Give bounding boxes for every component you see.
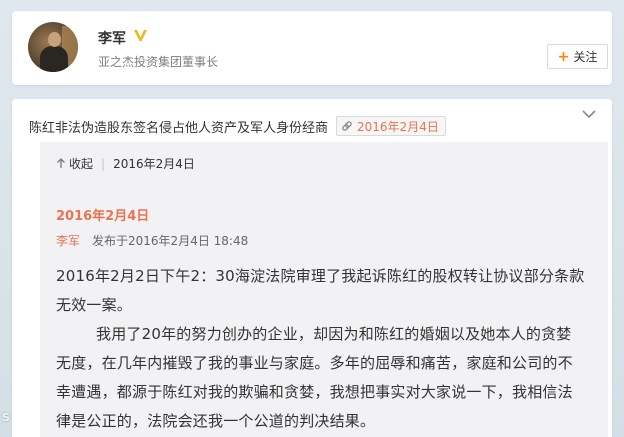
collapse-bar: 收起 | 2016年2月4日 bbox=[56, 155, 195, 172]
date-tag[interactable]: 2016年2月4日 bbox=[336, 116, 446, 136]
plus-icon: + bbox=[557, 48, 570, 65]
collapse-button[interactable]: 收起 bbox=[56, 155, 93, 172]
follow-label: 关注 bbox=[573, 50, 598, 64]
link-icon bbox=[342, 121, 352, 131]
follow-button[interactable]: + 关注 bbox=[547, 44, 608, 69]
date-tag-label: 2016年2月4日 bbox=[357, 119, 439, 134]
body-paragraph-2: 我用了20年的努力创办的企业，却因为和陈红的婚姻以及她本人的贪婪无度，在几年内摧… bbox=[56, 325, 573, 430]
divider: | bbox=[101, 156, 106, 171]
bar-date: 2016年2月4日 bbox=[113, 157, 195, 171]
post-body: 2016年2月2日下午2：30海淀法院审理了我起诉陈红的股权转让协议部分条款无效… bbox=[56, 262, 586, 436]
page: 李军 亚之杰投资集团董事长 + 关注 陈红非法伪造股东签名侵占他人资产及军人身份… bbox=[0, 0, 624, 437]
user-title: 亚之杰投资集团董事长 bbox=[98, 55, 219, 69]
user-name[interactable]: 李军 bbox=[98, 28, 126, 48]
collapse-label: 收起 bbox=[69, 157, 94, 171]
body-paragraph-1: 2016年2月2日下午2：30海淀法院审理了我起诉陈红的股权转让协议部分条款无效… bbox=[56, 267, 585, 314]
published-time: 发布于2016年2月4日 18:48 bbox=[92, 234, 249, 248]
profile-card: 李军 亚之杰投资集团董事长 + 关注 bbox=[12, 11, 612, 85]
avatar[interactable] bbox=[28, 22, 78, 72]
article-title[interactable]: 陈红非法伪造股东签名侵占他人资产及军人身份经商 bbox=[29, 117, 328, 136]
post-date-heading: 2016年2月4日 bbox=[56, 209, 150, 224]
article-card: 陈红非法伪造股东签名侵占他人资产及军人身份经商 2016年2月4日 收起 | 2… bbox=[12, 99, 612, 437]
verified-icon bbox=[134, 30, 147, 41]
arrow-up-icon bbox=[57, 158, 65, 168]
article-content-box: 收起 | 2016年2月4日 2016年2月4日 李军 发布于2016年2月4日… bbox=[40, 142, 608, 437]
author-line: 李军 发布于2016年2月4日 18:48 bbox=[56, 232, 248, 249]
article-header: 陈红非法伪造股东签名侵占他人资产及军人身份经商 2016年2月4日 bbox=[29, 115, 602, 137]
author-link[interactable]: 李军 bbox=[56, 232, 80, 249]
watermark: S bbox=[2, 411, 10, 424]
